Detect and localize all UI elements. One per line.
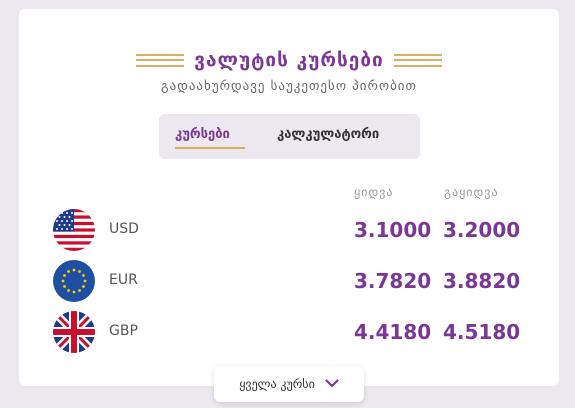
sell-rate: 3.2000: [443, 218, 521, 242]
currency-code: USD: [109, 221, 139, 237]
active-tab-indicator: [175, 147, 245, 149]
table-row: GBP 4.4180 4.5180: [19, 311, 559, 353]
eu-flag-icon: [53, 260, 95, 302]
buy-rate: 3.1000: [354, 218, 432, 242]
table-row: USD 3.1000 3.2000: [19, 209, 559, 251]
tab-rates[interactable]: კურსები: [175, 127, 230, 142]
tab-calculator[interactable]: კალკულატორი: [277, 127, 379, 142]
all-rates-label: ყველა კურსი: [239, 377, 315, 391]
us-flag-icon: [53, 209, 95, 251]
column-header-buy: ყიდვა: [354, 185, 394, 199]
column-header-sell: გაყიდვა: [444, 185, 499, 199]
buy-rate: 4.4180: [354, 320, 432, 344]
currency-code: EUR: [109, 272, 138, 288]
currency-code: GBP: [109, 323, 138, 339]
page-title: ვალუტის კურსები: [194, 49, 384, 71]
all-rates-button[interactable]: ყველა კურსი: [214, 366, 364, 402]
exchange-rates-card: ვალუტის კურსები გადაახურდავე საუკეთესო პ…: [19, 9, 559, 386]
table-row: EUR 3.7820 3.8820: [19, 260, 559, 302]
sell-rate: 4.5180: [443, 320, 521, 344]
buy-rate: 3.7820: [354, 269, 432, 293]
title-decoration-left: [136, 53, 185, 67]
gb-flag-icon: [53, 311, 95, 353]
title-decoration-right: [393, 53, 442, 67]
tab-bar: კურსები კალკულატორი: [159, 114, 420, 159]
page-subtitle: გადაახურდავე საუკეთესო პირობით: [161, 79, 417, 94]
chevron-down-icon: [325, 377, 339, 391]
sell-rate: 3.8820: [443, 269, 521, 293]
title-row: ვალუტის კურსები: [19, 45, 559, 75]
